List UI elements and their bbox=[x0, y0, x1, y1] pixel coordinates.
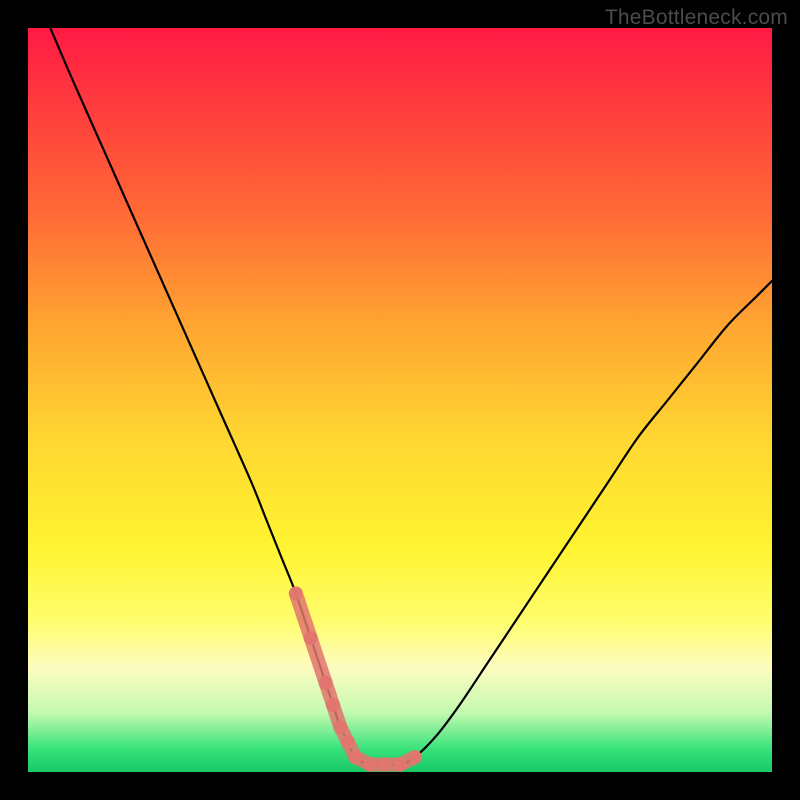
bottleneck-curve-line bbox=[50, 28, 772, 765]
optimal-zone-dot bbox=[304, 631, 318, 645]
optimal-zone-dot bbox=[333, 720, 347, 734]
bottleneck-chart bbox=[28, 28, 772, 772]
optimal-zone-dot bbox=[393, 758, 407, 772]
optimal-zone-dot bbox=[319, 676, 333, 690]
optimal-zone-dot bbox=[289, 586, 303, 600]
optimal-zone-segment bbox=[311, 638, 326, 683]
optimal-zone-dot bbox=[326, 698, 340, 712]
optimal-zone-dot bbox=[348, 750, 362, 764]
watermark-text: TheBottleneck.com bbox=[605, 6, 788, 30]
optimal-zone-dot bbox=[408, 750, 422, 764]
optimal-zone-segment bbox=[296, 593, 311, 638]
optimal-zone-marker bbox=[289, 586, 422, 771]
optimal-zone-dot bbox=[341, 735, 355, 749]
optimal-zone-dot bbox=[363, 758, 377, 772]
optimal-zone-dot bbox=[378, 758, 392, 772]
